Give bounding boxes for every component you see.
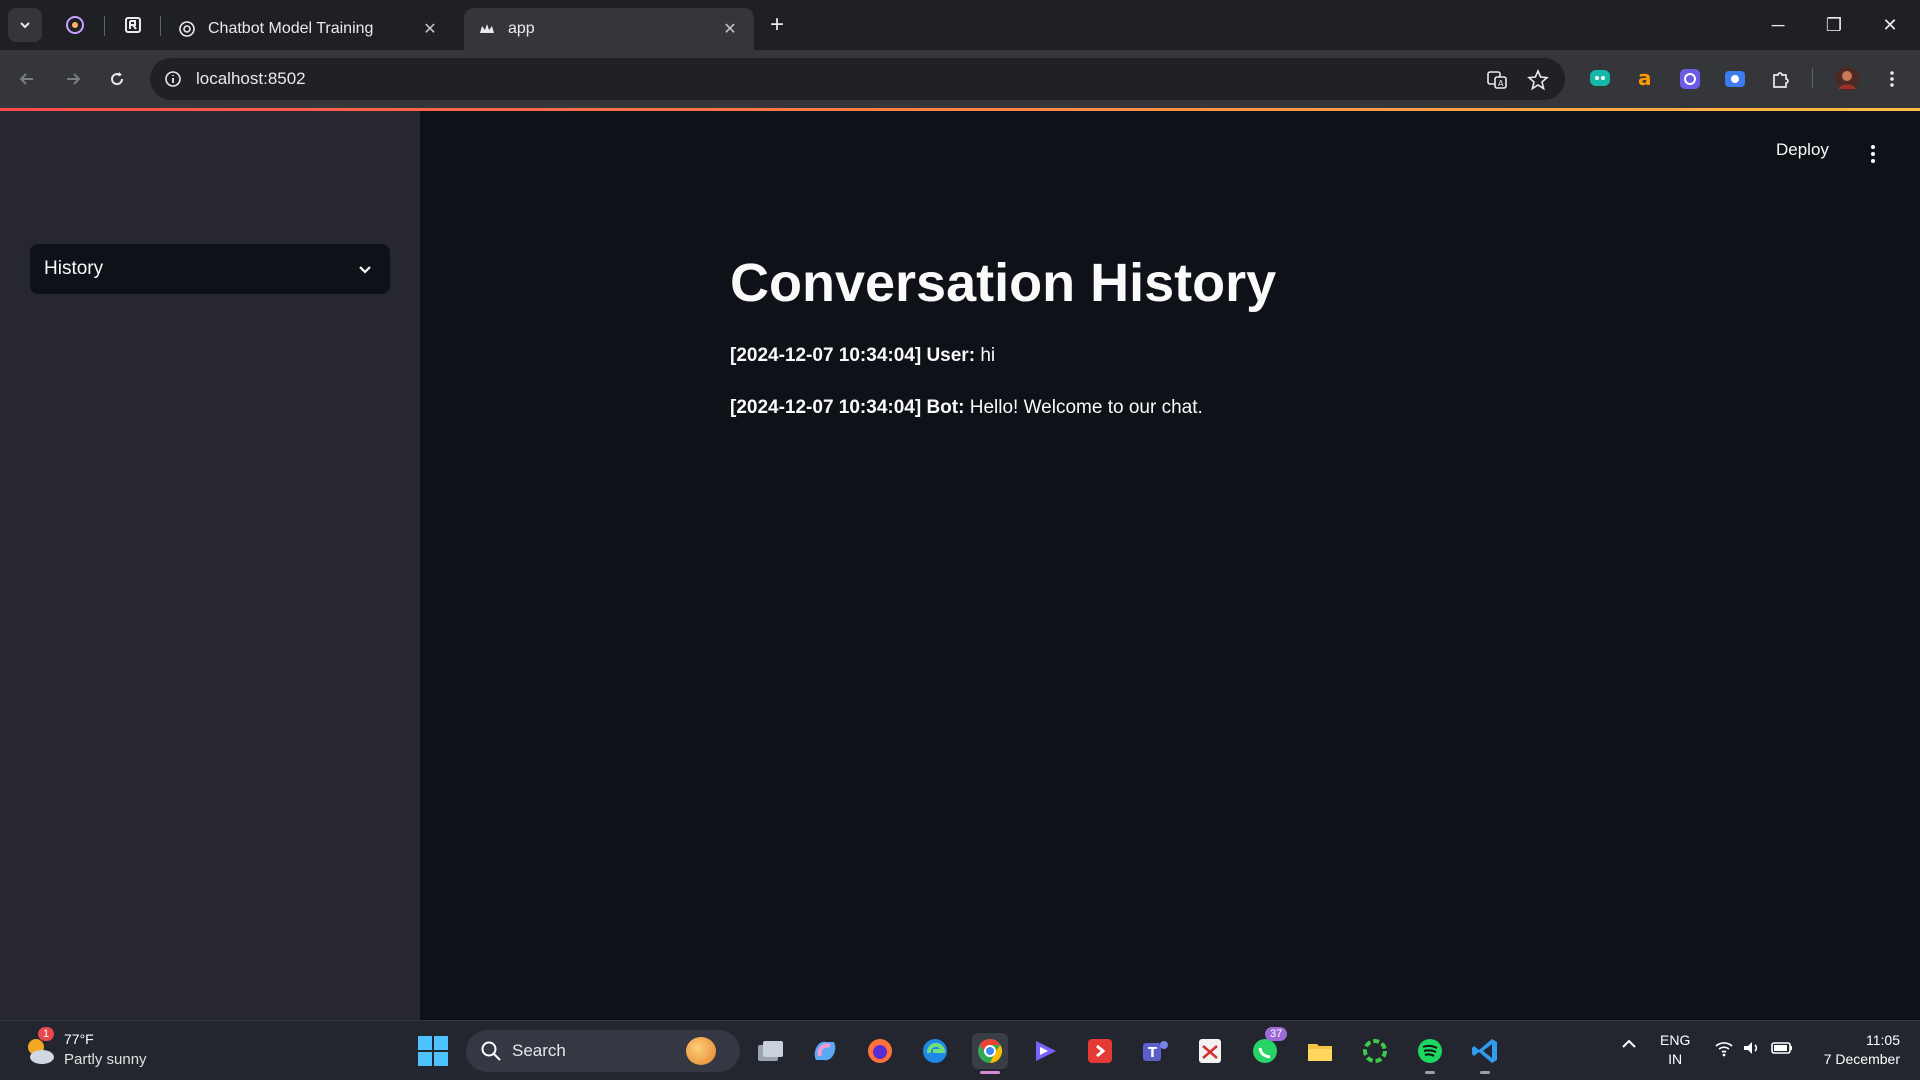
pinned-tab-1[interactable] (60, 10, 90, 40)
chat-message-user: [2024-12-07 10:34:04] User: hi (730, 345, 995, 367)
clock-time: 11:05 (1866, 1032, 1900, 1048)
file-explorer-icon[interactable] (1302, 1033, 1338, 1069)
spotify-icon[interactable] (1412, 1033, 1448, 1069)
site-info-icon[interactable] (160, 66, 186, 92)
weather-description[interactable]: Partly sunny (64, 1051, 147, 1068)
running-indicator (980, 1071, 1000, 1074)
volume-icon[interactable] (1742, 1039, 1762, 1060)
browser-tab-bar: Chatbot Model Training ✕ app ✕ + ─ ❐ ✕ (0, 0, 1920, 50)
svg-text:T: T (1148, 1046, 1157, 1061)
streamlit-crown-icon (478, 20, 496, 38)
address-url[interactable]: localhost:8502 (196, 69, 306, 89)
tab-app[interactable]: app ✕ (464, 8, 754, 50)
extension-chat-icon[interactable] (1586, 65, 1614, 93)
edge-icon[interactable] (917, 1033, 953, 1069)
openai-icon (178, 20, 196, 38)
back-button[interactable] (10, 62, 44, 96)
profile-avatar[interactable] (1833, 65, 1861, 93)
svg-text:A: A (1498, 79, 1504, 88)
vscode-icon[interactable] (1467, 1033, 1503, 1069)
taskbar-search-label: Search (512, 1041, 566, 1060)
clock-date: 7 December (1823, 1051, 1900, 1067)
extension-screenshot-icon[interactable] (1721, 65, 1749, 93)
app-menu-icon[interactable] (1858, 141, 1888, 167)
extensions-puzzle-icon[interactable] (1767, 65, 1795, 93)
pinned-site-icon (66, 16, 84, 34)
close-window-button[interactable]: ✕ (1862, 0, 1918, 50)
tab-search-button[interactable] (8, 8, 42, 42)
svg-text:a: a (1638, 67, 1652, 90)
sidebar: History (0, 111, 420, 1020)
reload-icon (111, 72, 124, 86)
page-title: Conversation History (730, 253, 1277, 313)
close-tab-icon[interactable]: ✕ (420, 19, 440, 39)
pinned-site-icon (125, 17, 141, 33)
language-code: ENG (1660, 1032, 1691, 1048)
copilot-icon[interactable] (807, 1033, 843, 1069)
task-view-icon[interactable] (752, 1033, 788, 1069)
language-indicator[interactable]: ENG IN (1660, 1031, 1690, 1069)
chevron-down-icon (20, 22, 30, 29)
history-select-value: History (44, 258, 104, 279)
browser-menu-icon[interactable] (1878, 65, 1906, 93)
ring-app-icon[interactable] (1357, 1033, 1393, 1069)
extension-purple-icon[interactable] (1676, 65, 1704, 93)
translate-icon[interactable]: A (1484, 67, 1510, 93)
show-hidden-icons-chevron-up-icon[interactable] (1620, 1035, 1638, 1056)
language-region: IN (1668, 1051, 1683, 1067)
arrow-right-icon (67, 73, 81, 85)
message-meta: [2024-12-07 10:34:04] User: (730, 345, 976, 366)
tab-title: Chatbot Model Training (208, 20, 374, 37)
bookmark-star-icon[interactable] (1525, 67, 1551, 93)
tab-title: app (508, 20, 535, 37)
wifi-icon[interactable] (1714, 1039, 1734, 1060)
chevron-down-icon (354, 258, 376, 280)
windows-start-icon[interactable] (418, 1036, 448, 1066)
tab-chatbot-model-training[interactable]: Chatbot Model Training ✕ (164, 8, 454, 50)
search-highlight-icon (686, 1037, 716, 1065)
message-meta: [2024-12-07 10:34:04] Bot: (730, 397, 965, 418)
running-indicator (1480, 1071, 1490, 1074)
chrome-icon[interactable] (972, 1033, 1008, 1069)
weather-badge: 1 (38, 1027, 55, 1041)
chat-message-bot: [2024-12-07 10:34:04] Bot: Hello! Welcom… (730, 397, 1203, 419)
close-tab-icon[interactable]: ✕ (720, 19, 740, 39)
browser-toolbar: localhost:8502 A a (0, 50, 1920, 108)
firefox-icon[interactable] (862, 1033, 898, 1069)
media-player-icon[interactable] (1027, 1033, 1063, 1069)
teams-icon[interactable]: T (1137, 1033, 1173, 1069)
forward-button[interactable] (56, 62, 90, 96)
search-icon (481, 1041, 501, 1061)
restore-button[interactable]: ❐ (1806, 0, 1862, 50)
message-text: Hello! Welcome to our chat. (964, 397, 1203, 418)
weather-temperature[interactable]: 77°F (64, 1031, 94, 1047)
arrow-left-icon (19, 73, 33, 85)
address-bar[interactable]: localhost:8502 A (150, 58, 1565, 100)
taskbar-search[interactable]: Search (466, 1030, 740, 1072)
reload-button[interactable] (100, 62, 134, 96)
extension-amazon-icon[interactable]: a (1631, 65, 1659, 93)
deploy-button[interactable]: Deploy (1776, 140, 1829, 160)
red-app-icon[interactable] (1082, 1033, 1118, 1069)
battery-icon[interactable] (1770, 1039, 1794, 1060)
running-indicator (1425, 1071, 1435, 1074)
toolbar-divider (1812, 68, 1813, 88)
tab-divider (160, 16, 161, 36)
document-app-icon[interactable] (1192, 1033, 1228, 1069)
main-content (420, 111, 1920, 1020)
system-clock[interactable]: 11:05 7 December (1810, 1031, 1900, 1069)
new-tab-button[interactable]: + (762, 11, 792, 38)
tab-divider (104, 16, 105, 36)
message-text: hi (975, 345, 996, 366)
minimize-button[interactable]: ─ (1750, 0, 1806, 50)
history-select[interactable]: History (30, 244, 390, 294)
pinned-tab-2[interactable] (118, 10, 148, 40)
whatsapp-badge: 37 (1265, 1027, 1288, 1041)
taskbar: 1 77°F Partly sunny Search T 37 ENG IN 1… (0, 1020, 1920, 1080)
